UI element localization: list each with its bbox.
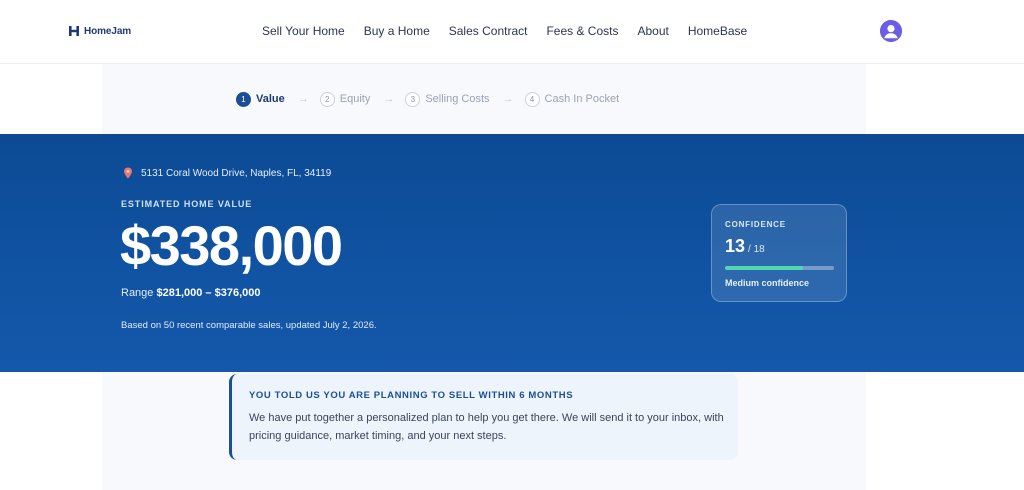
nav-about[interactable]: About	[637, 22, 668, 40]
step-label: Selling Costs	[425, 93, 490, 105]
confidence-score-max: / 18	[748, 244, 765, 255]
arrow-right-icon: →	[502, 93, 514, 105]
confidence-card: CONFIDENCE 13 / 18 Medium confidence	[711, 204, 847, 302]
valuation-note: Based on 50 recent comparable sales, upd…	[121, 320, 377, 331]
step-equity[interactable]: 2 Equity	[319, 91, 371, 107]
brand-name: HomeJam	[84, 25, 132, 37]
nav-buy-a-home[interactable]: Buy a Home	[364, 22, 430, 40]
selling-plan-callout: YOU TOLD US YOU ARE PLANNING TO SELL WIT…	[229, 374, 738, 460]
step-selling-costs[interactable]: 3 Selling Costs	[405, 91, 490, 107]
confidence-score: 13 / 18	[725, 236, 765, 257]
confidence-progress-fill	[725, 266, 804, 270]
step-label: Equity	[339, 93, 371, 105]
step-label: Value	[256, 93, 285, 105]
nav-homebase[interactable]: HomeBase	[688, 22, 747, 40]
arrow-right-icon: →	[383, 93, 395, 105]
range-label: Range	[121, 287, 154, 299]
top-header: HomeJam Sell Your Home Buy a Home Sales …	[0, 0, 1024, 64]
arrow-right-icon: →	[297, 93, 309, 105]
progress-stepper: 1 Value → 2 Equity → 3 Selling Costs → 4…	[236, 90, 619, 108]
property-address: 5131 Coral Wood Drive, Naples, FL, 34119	[123, 167, 331, 179]
nav-sell-your-home[interactable]: Sell Your Home	[262, 22, 345, 40]
range-value: $281,000 – $376,000	[156, 287, 261, 299]
step-label: Cash In Pocket	[544, 93, 620, 105]
step-cash-in-pocket[interactable]: 4 Cash In Pocket	[524, 91, 620, 107]
step-number: 2	[319, 91, 335, 107]
estimated-value-label: ESTIMATED HOME VALUE	[121, 199, 253, 209]
step-number: 4	[524, 91, 540, 107]
plan-title: YOU TOLD US YOU ARE PLANNING TO SELL WIT…	[249, 390, 574, 401]
homejam-logo-icon	[68, 25, 80, 37]
nav-sales-contract[interactable]: Sales Contract	[449, 22, 528, 40]
step-value[interactable]: 1 Value	[236, 91, 285, 107]
step-number: 1	[236, 91, 251, 107]
address-text: 5131 Coral Wood Drive, Naples, FL, 34119	[141, 167, 332, 179]
nav-fees-costs[interactable]: Fees & Costs	[546, 22, 618, 40]
user-avatar-icon[interactable]	[880, 20, 902, 42]
brand-logo[interactable]: HomeJam	[68, 22, 131, 40]
location-pin-icon	[124, 167, 132, 179]
home-value-hero: 5131 Coral Wood Drive, Naples, FL, 34119…	[0, 134, 1024, 372]
confidence-score-value: 13	[725, 236, 746, 256]
estimated-home-value: $338,000	[120, 214, 343, 277]
confidence-caption: Medium confidence	[725, 278, 810, 288]
step-number: 3	[405, 91, 421, 107]
confidence-label: CONFIDENCE	[725, 220, 786, 229]
confidence-progress-bar	[725, 266, 834, 270]
plan-body: We have put together a personalized plan…	[249, 412, 724, 442]
main-nav: Sell Your Home Buy a Home Sales Contract…	[262, 22, 766, 40]
value-range: Range $281,000 – $376,000	[121, 287, 260, 299]
